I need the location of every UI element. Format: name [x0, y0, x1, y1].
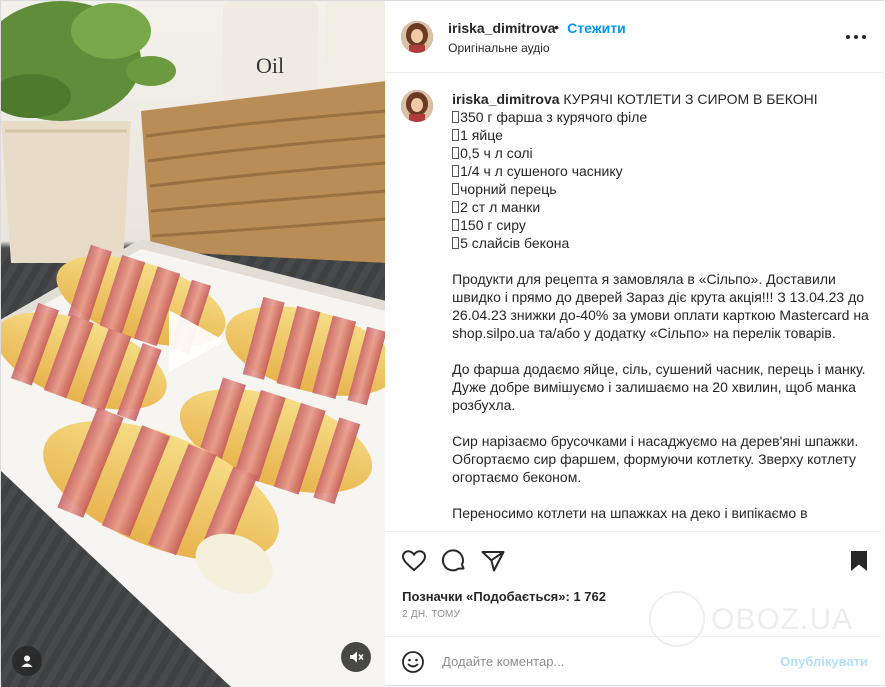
emoji-placeholder-icon — [452, 129, 460, 141]
bookmark-icon[interactable] — [846, 548, 872, 574]
caption-avatar[interactable] — [401, 90, 434, 122]
avatar[interactable] — [401, 21, 434, 53]
likes-count[interactable]: Позначки «Подобається»: 1 762 — [402, 589, 606, 604]
avatar-image — [401, 21, 434, 53]
post-video[interactable]: Oil Pepper — [1, 1, 386, 687]
likes-label: Позначки «Подобається»: — [402, 589, 570, 604]
user-tag-icon[interactable] — [12, 646, 42, 676]
ingredient-item: 1 яйце — [452, 126, 872, 144]
emoji-icon[interactable] — [401, 650, 425, 674]
caption-scroll-area[interactable]: iriska_dimitrova КУРЯЧІ КОТЛЕТИ З СИРОМ … — [385, 74, 886, 531]
watermark-text: OBOZ.UA — [711, 603, 854, 636]
comment-icon[interactable] — [441, 548, 467, 574]
caption-paragraph: Сир нарізаємо брусочками і насаджуємо на… — [452, 433, 859, 485]
share-icon[interactable] — [480, 548, 506, 574]
ingredient-item: 5 слайсів бекона — [452, 234, 872, 252]
instagram-post: Oil Pepper — [0, 0, 886, 687]
header-username[interactable]: iriska_dimitrova — [448, 20, 555, 36]
post-side-panel: iriska_dimitrova • Стежити Оригінальне а… — [385, 1, 886, 687]
emoji-placeholder-icon — [452, 111, 460, 123]
likes-number: 1 762 — [573, 589, 606, 604]
post-header: iriska_dimitrova • Стежити Оригінальне а… — [385, 1, 886, 73]
post-date[interactable]: 2 ДН. ТОМУ — [402, 609, 460, 620]
comment-input[interactable]: Додайте коментар... — [442, 654, 564, 669]
more-options-icon[interactable] — [846, 35, 867, 41]
mute-icon — [350, 651, 364, 663]
emoji-placeholder-icon — [452, 165, 460, 177]
heart-icon[interactable] — [401, 548, 427, 574]
caption-paragraph: Переносимо котлети на шпажках на деко і … — [452, 505, 808, 521]
caption-title: КУРЯЧІ КОТЛЕТИ З СИРОМ В БЕКОНІ — [563, 91, 818, 107]
caption-username[interactable]: iriska_dimitrova — [452, 91, 559, 107]
play-icon[interactable] — [161, 306, 231, 376]
emoji-placeholder-icon — [452, 201, 460, 213]
comment-form: Додайте коментар... Опублікувати — [385, 636, 886, 687]
publish-button[interactable]: Опублікувати — [780, 654, 868, 669]
svg-text:Oil: Oil — [256, 53, 284, 78]
mute-button[interactable] — [341, 642, 371, 672]
post-actions — [385, 531, 886, 586]
emoji-placeholder-icon — [452, 147, 460, 159]
user-icon — [21, 655, 33, 667]
caption-paragraph: Продукти для рецепта я замовляла в «Сіль… — [452, 271, 869, 341]
follow-button[interactable]: Стежити — [567, 20, 626, 36]
emoji-placeholder-icon — [452, 183, 460, 195]
post-caption: iriska_dimitrova КУРЯЧІ КОТЛЕТИ З СИРОМ … — [452, 90, 872, 522]
header-separator: • — [554, 19, 560, 35]
ingredient-item: 2 ст л манки — [452, 198, 872, 216]
ingredient-item: 1/4 ч л сушеного часнику — [452, 162, 872, 180]
emoji-placeholder-icon — [452, 237, 460, 249]
avatar-image — [401, 90, 434, 122]
emoji-placeholder-icon — [452, 219, 460, 231]
ingredient-item: 350 г фарша з курячого філе — [452, 108, 872, 126]
caption-paragraph: До фарша додаємо яйце, сіль, сушений час… — [452, 361, 866, 413]
audio-label[interactable]: Оригінальне аудіо — [448, 41, 549, 55]
ingredient-item: 150 г сиру — [452, 216, 872, 234]
ingredient-item: чорний перець — [452, 180, 872, 198]
ingredient-item: 0,5 ч л солі — [452, 144, 872, 162]
